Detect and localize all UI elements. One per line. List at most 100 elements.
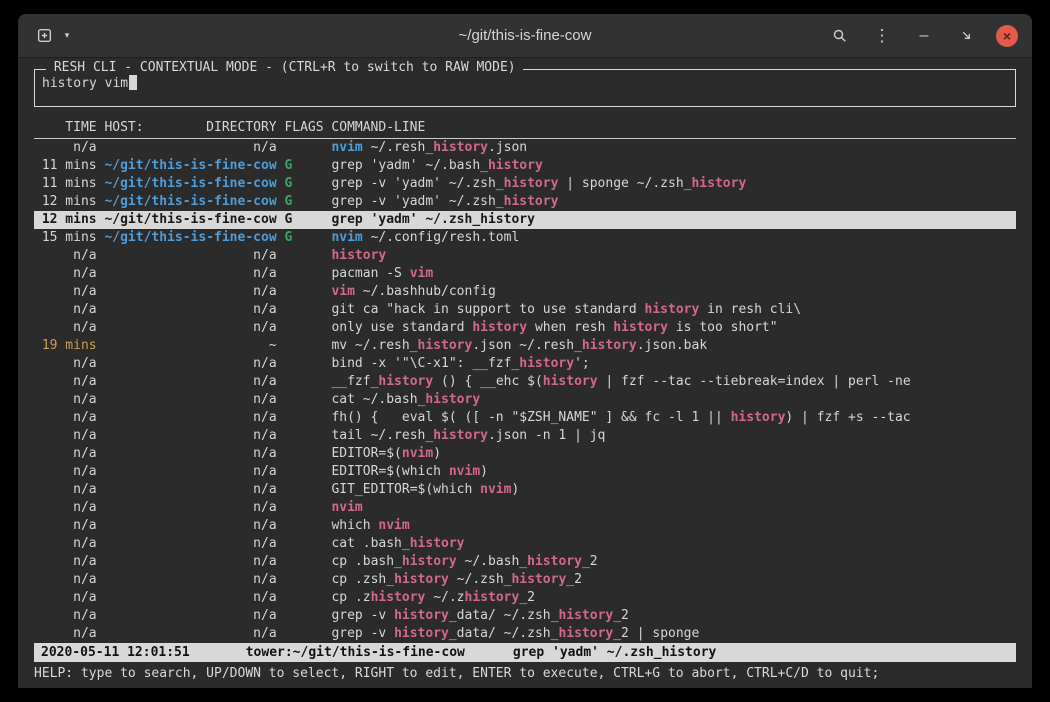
table-row[interactable]: 11 mins ~/git/this-is-fine-cow G grep 'y… [34, 157, 1016, 175]
text: cat ~/.bash_ [331, 392, 425, 407]
text: ~ [104, 338, 276, 353]
match-text: history [371, 590, 426, 605]
search-button[interactable] [828, 24, 852, 48]
text: ~/.config/resh.toml [363, 230, 520, 245]
table-row[interactable]: n/a n/a cp .bash_history ~/.bash_history… [34, 553, 1016, 571]
text: n/a [104, 518, 276, 533]
text [292, 212, 331, 227]
text: in resh cli\ [699, 302, 801, 317]
text [277, 446, 332, 461]
text [277, 518, 332, 533]
table-row[interactable]: 12 mins ~/git/this-is-fine-cow G grep -v… [34, 193, 1016, 211]
table-row[interactable]: 12 mins ~/git/this-is-fine-cow G grep 'y… [34, 211, 1016, 229]
match-text: history [402, 554, 457, 569]
table-row[interactable]: n/a n/a grep -v history_data/ ~/.zsh_his… [34, 607, 1016, 625]
text: cp .zsh_ [331, 572, 394, 587]
text: .json [488, 140, 527, 155]
text: ~/.z [425, 590, 464, 605]
text [277, 500, 332, 515]
mode-title: RESH CLI - CONTEXTUAL MODE - (CTRL+R to … [46, 60, 523, 75]
match-text: nvim [378, 518, 409, 533]
text: n/a [34, 374, 104, 389]
titlebar[interactable]: ▾ ~/git/this-is-fine-cow ⋮ – [18, 14, 1032, 58]
table-row[interactable]: n/a n/a cat .bash_history [34, 535, 1016, 553]
match-text: history [433, 428, 488, 443]
text: cat .bash_ [331, 536, 409, 551]
table-row[interactable]: n/a n/a git ca "hack in support to use s… [34, 301, 1016, 319]
match-text: nvim [480, 482, 511, 497]
table-row[interactable]: n/a n/a grep -v history_data/ ~/.zsh_his… [34, 625, 1016, 643]
match-text: history [519, 356, 574, 371]
directory-text: ~/git/this-is-fine-cow [104, 158, 276, 173]
table-row[interactable]: n/a n/a EDITOR=$(nvim) [34, 445, 1016, 463]
text: ~/git/this-is-fine-cow [104, 212, 276, 227]
match-text: history [504, 176, 559, 191]
text: EDITOR=$(which [331, 464, 448, 479]
text: .json ~/.resh_ [472, 338, 582, 353]
menu-button[interactable]: ⋮ [870, 24, 894, 48]
text: n/a [34, 302, 104, 317]
text: n/a [104, 284, 276, 299]
match-text: vim [331, 284, 354, 299]
text: ) | fzf +s --tac [785, 410, 910, 425]
text [292, 194, 331, 209]
table-row[interactable]: n/a n/a nvim [34, 499, 1016, 517]
text: n/a [104, 554, 276, 569]
table-row[interactable]: n/a n/a GIT_EDITOR=$(which nvim) [34, 481, 1016, 499]
match-text: history [511, 572, 566, 587]
table-row[interactable]: n/a n/a history [34, 247, 1016, 265]
table-row[interactable]: n/a n/a only use standard history when r… [34, 319, 1016, 337]
text [292, 176, 331, 191]
table-row[interactable]: n/a n/a pacman -S vim [34, 265, 1016, 283]
text: ~/.resh_ [363, 140, 433, 155]
text [277, 554, 332, 569]
table-row[interactable]: n/a n/a EDITOR=$(which nvim) [34, 463, 1016, 481]
text: n/a [34, 572, 104, 587]
close-button[interactable]: × [996, 25, 1018, 47]
minimize-button[interactable]: – [912, 24, 936, 48]
table-row[interactable]: n/a n/a bind -x '"\C-x1": __fzf_history'… [34, 355, 1016, 373]
text [277, 590, 332, 605]
table-header: TIME HOST: DIRECTORY FLAGS COMMAND-LINE [34, 119, 1016, 139]
text: .json.bak [637, 338, 707, 353]
text [277, 410, 332, 425]
text: n/a [104, 464, 276, 479]
table-row[interactable]: n/a n/a cp .zsh_history ~/.zsh_history_2 [34, 571, 1016, 589]
table-row[interactable]: 15 mins ~/git/this-is-fine-cow G nvim ~/… [34, 229, 1016, 247]
status-host-dir: tower:~/git/this-is-fine-cow [246, 645, 465, 660]
table-row[interactable]: n/a n/a nvim ~/.resh_history.json [34, 139, 1016, 157]
match-text: history [425, 392, 480, 407]
search-input[interactable]: history vim [42, 75, 1008, 92]
table-row[interactable]: n/a n/a cp .zhistory ~/.zhistory_2 [34, 589, 1016, 607]
table-row[interactable]: n/a n/a which nvim [34, 517, 1016, 535]
text: grep -v [331, 626, 394, 641]
text [277, 464, 332, 479]
text: n/a [34, 284, 104, 299]
restore-button[interactable] [954, 24, 978, 48]
table-row[interactable]: n/a n/a vim ~/.bashhub/config [34, 283, 1016, 301]
table-row[interactable]: n/a n/a fh() { eval $( ([ -n "$ZSH_NAME"… [34, 409, 1016, 427]
text: ) [433, 446, 441, 461]
minimize-icon: – [920, 28, 929, 44]
text: ~/.bashhub/config [355, 284, 496, 299]
new-tab-button[interactable] [32, 24, 56, 48]
table-row[interactable]: 19 mins ~ mv ~/.resh_history.json ~/.res… [34, 337, 1016, 355]
text: | fzf --tac --tiebreak=index | perl -ne [598, 374, 911, 389]
match-text: history [527, 554, 582, 569]
text: is too short" [668, 320, 778, 335]
text [277, 248, 332, 263]
text: n/a [104, 536, 276, 551]
text: _2 | sponge [613, 626, 699, 641]
tab-list-dropdown-button[interactable]: ▾ [60, 24, 74, 48]
text: 12 mins [34, 212, 104, 227]
text [277, 482, 332, 497]
text: EDITOR=$( [331, 446, 401, 461]
table-row[interactable]: 11 mins ~/git/this-is-fine-cow G grep -v… [34, 175, 1016, 193]
text: n/a [104, 302, 276, 317]
table-row[interactable]: n/a n/a tail ~/.resh_history.json -n 1 |… [34, 427, 1016, 445]
table-row[interactable]: n/a n/a cat ~/.bash_history [34, 391, 1016, 409]
text [277, 140, 332, 155]
table-row[interactable]: n/a n/a __fzf_history () { __ehc $(histo… [34, 373, 1016, 391]
text: n/a [34, 626, 104, 641]
titlebar-right-group: ⋮ – × [828, 24, 1018, 48]
